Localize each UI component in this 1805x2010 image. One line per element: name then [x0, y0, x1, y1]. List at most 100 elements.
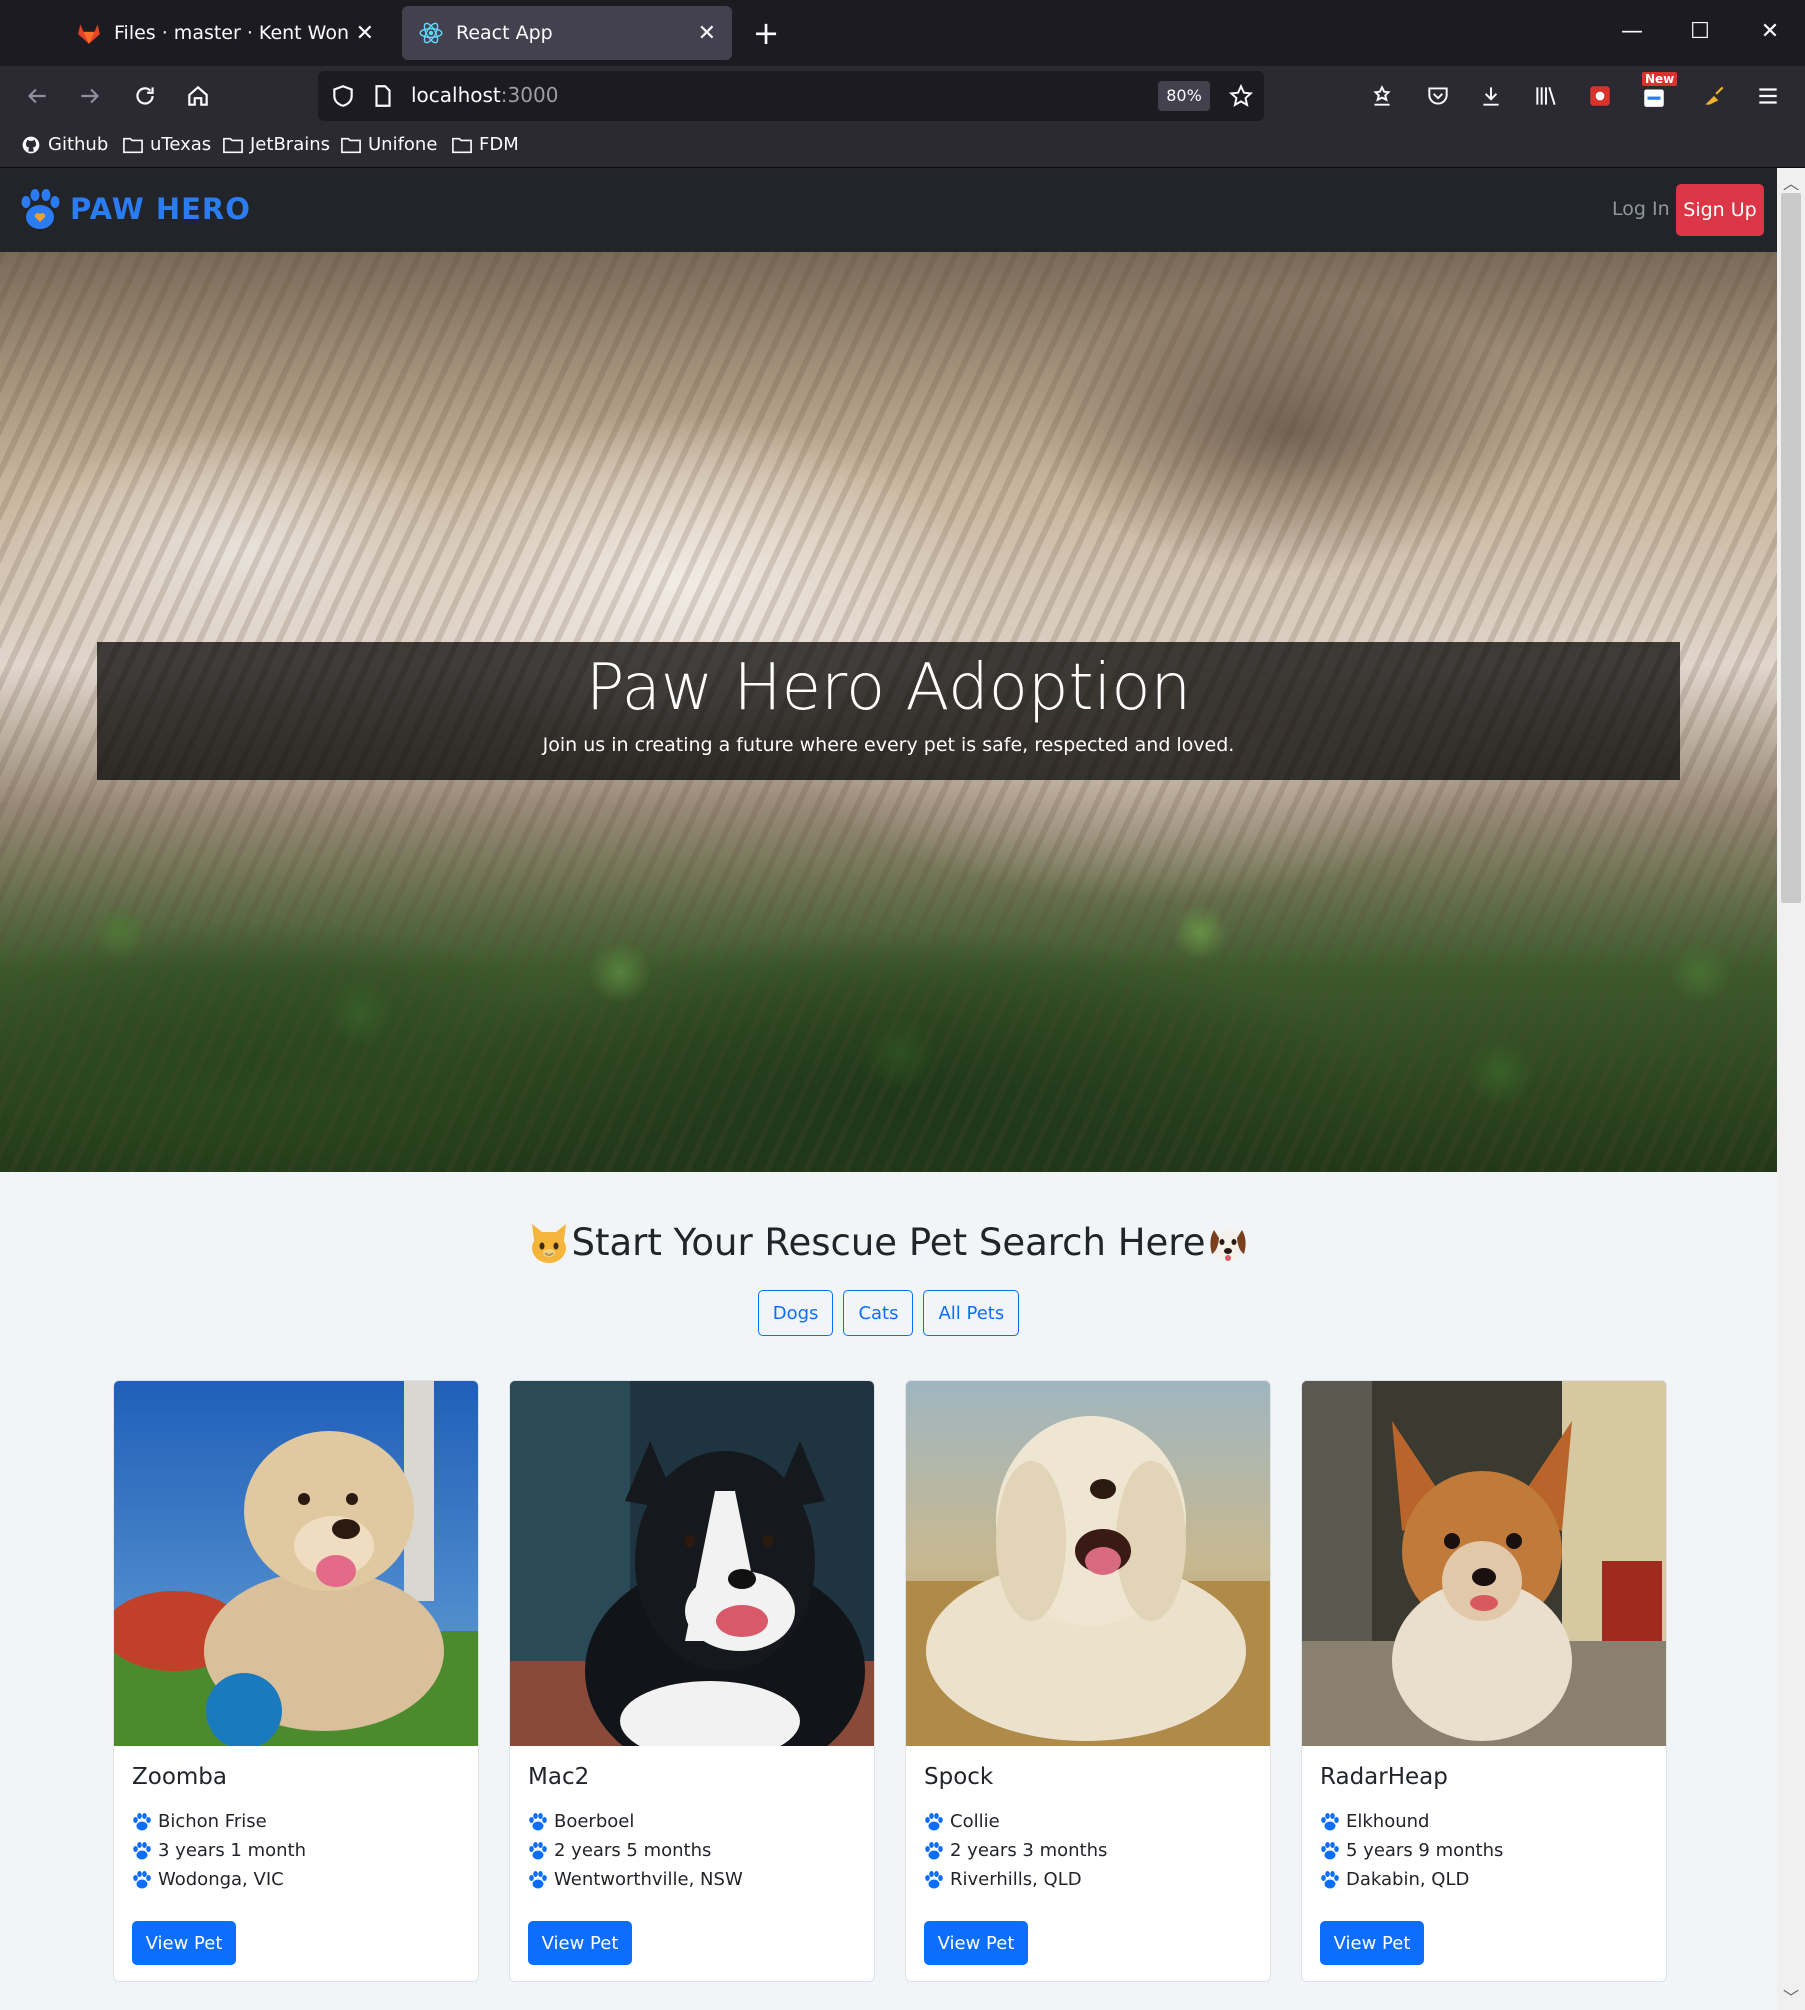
bookmark-jetbrains[interactable]: JetBrains: [222, 134, 330, 155]
address-bar[interactable]: localhost:3000 80%: [318, 71, 1264, 121]
site-navbar: PAW HERO Log In Sign Up: [0, 168, 1777, 252]
pet-card: Spock Collie 2 years 3 months Riverhills…: [905, 1380, 1271, 1982]
view-pet-button[interactable]: View Pet: [528, 1921, 632, 1965]
pet-breed: Boerboel: [528, 1811, 634, 1832]
web-page: PAW HERO Log In Sign Up Paw Hero Adoptio…: [0, 168, 1777, 2010]
folder-icon: [223, 137, 243, 153]
tab-title: React App: [456, 22, 553, 44]
pocket-button[interactable]: [1418, 76, 1458, 116]
reload-icon: [136, 87, 154, 105]
scroll-up-icon[interactable]: ︿: [1777, 170, 1805, 194]
forward-button[interactable]: [70, 76, 110, 116]
pet-location: Riverhills, QLD: [924, 1869, 1082, 1890]
login-link[interactable]: Log In: [1612, 198, 1670, 220]
pet-location-text: Wentworthville, NSW: [554, 1869, 743, 1890]
new-tab-button[interactable]: +: [750, 14, 782, 52]
arrow-right-icon: [81, 88, 100, 104]
pocket-icon: [1428, 87, 1448, 105]
tab-react-app[interactable]: React App ✕: [402, 6, 732, 60]
hero-title: Paw Hero Adoption: [585, 651, 1192, 725]
bookmark-github[interactable]: Github: [20, 134, 108, 155]
paw-icon: [529, 1841, 547, 1859]
hero-banner: Paw Hero Adoption Join us in creating a …: [0, 252, 1777, 1172]
reload-button[interactable]: [125, 76, 165, 116]
paw-icon: [1321, 1841, 1339, 1859]
extensions-button[interactable]: [1362, 76, 1402, 116]
extension-red-button[interactable]: [1580, 76, 1620, 116]
pet-photo-spock[interactable]: [906, 1381, 1270, 1746]
bookmark-fdm[interactable]: FDM: [451, 134, 519, 155]
page-icon: [375, 85, 391, 107]
paw-icon: [925, 1870, 943, 1888]
dog-photo: [510, 1381, 874, 1746]
browser-tab-strip: Files · master · Kent Wong / Paw Hero ✕ …: [0, 0, 1805, 66]
menu-button[interactable]: [1748, 76, 1788, 116]
pet-photo-zoomba[interactable]: [114, 1381, 478, 1746]
pet-breed: Elkhound: [1320, 1811, 1429, 1832]
paw-icon: [925, 1812, 943, 1830]
broom-icon: [1705, 86, 1724, 105]
paw-icon: [1321, 1812, 1339, 1830]
signup-button[interactable]: Sign Up: [1676, 184, 1764, 236]
red-extension-icon: [1590, 86, 1610, 106]
url-host: localhost: [411, 83, 501, 107]
filter-cats-button[interactable]: Cats: [843, 1290, 914, 1336]
github-icon: [22, 136, 40, 153]
dog-photo: [1302, 1381, 1666, 1746]
page-scrollbar[interactable]: ︿ ﹀: [1777, 168, 1805, 2010]
star-icon[interactable]: [1228, 83, 1254, 109]
filter-all-pets-button[interactable]: All Pets: [923, 1290, 1020, 1336]
tab-title: Files · master · Kent Wong / Paw Hero: [114, 22, 348, 44]
pet-breed-text: Collie: [950, 1811, 1000, 1832]
library-button[interactable]: [1526, 76, 1566, 116]
react-icon: [419, 22, 443, 44]
tab-gitlab-files[interactable]: Files · master · Kent Wong / Paw Hero ✕: [60, 6, 390, 60]
bookmark-label: FDM: [479, 134, 519, 155]
minimize-icon[interactable]: —: [1612, 14, 1652, 50]
view-pet-button[interactable]: View Pet: [1320, 1921, 1424, 1965]
pet-age: 3 years 1 month: [132, 1840, 306, 1861]
extension-new-button[interactable]: New: [1634, 72, 1678, 116]
url-text[interactable]: localhost:3000: [411, 83, 558, 107]
back-button[interactable]: [17, 76, 57, 116]
home-button[interactable]: [178, 76, 218, 116]
hero-caption: Paw Hero Adoption Join us in creating a …: [97, 642, 1680, 780]
bookmark-label: uTexas: [150, 134, 212, 155]
hamburger-icon: [1759, 88, 1777, 104]
folder-icon: [452, 137, 472, 153]
scrollbar-thumb[interactable]: [1781, 193, 1801, 903]
hero-subtitle: Join us in creating a future where every…: [542, 734, 1235, 756]
filter-dogs-button[interactable]: Dogs: [757, 1290, 834, 1336]
view-pet-button[interactable]: View Pet: [924, 1921, 1028, 1965]
search-heading: Start Your Rescue Pet Search Here: [0, 1218, 1777, 1268]
pet-breed-text: Elkhound: [1346, 1811, 1430, 1832]
new-badge: New: [1642, 72, 1678, 86]
extension-yellow-button[interactable]: [1694, 76, 1734, 116]
downloads-button[interactable]: [1471, 76, 1511, 116]
tab-close-icon[interactable]: ✕: [698, 21, 716, 46]
paw-icon: [133, 1812, 151, 1830]
tab-close-icon[interactable]: ✕: [356, 21, 374, 46]
close-window-icon[interactable]: ✕: [1750, 14, 1790, 50]
pet-age-text: 3 years 1 month: [158, 1840, 307, 1861]
pet-location-text: Wodonga, VIC: [158, 1869, 284, 1890]
paw-icon: [925, 1841, 943, 1859]
paw-icon: [1321, 1870, 1339, 1888]
scroll-down-icon[interactable]: ﹀: [1777, 1984, 1805, 2008]
pet-photo-mac2[interactable]: [510, 1381, 874, 1746]
pet-location-text: Dakabin, QLD: [1346, 1869, 1470, 1890]
dog-photo: [906, 1381, 1270, 1746]
pet-card: RadarHeap Elkhound 5 years 9 months Daka…: [1301, 1380, 1667, 1982]
pet-location: Wentworthville, NSW: [528, 1869, 743, 1890]
paw-icon: [133, 1870, 151, 1888]
maximize-icon[interactable]: ☐: [1680, 14, 1720, 50]
zoom-level-button[interactable]: 80%: [1158, 81, 1210, 111]
brand-logo[interactable]: PAW HERO: [18, 188, 251, 230]
view-pet-button[interactable]: View Pet: [132, 1921, 236, 1965]
url-port: :3000: [500, 83, 559, 107]
bookmark-unifone[interactable]: Unifone: [340, 134, 437, 155]
pet-photo-radarheap[interactable]: [1302, 1381, 1666, 1746]
pet-age-text: 2 years 3 months: [950, 1840, 1108, 1861]
pet-location-text: Riverhills, QLD: [950, 1869, 1082, 1890]
bookmark-utexas[interactable]: uTexas: [122, 134, 211, 155]
